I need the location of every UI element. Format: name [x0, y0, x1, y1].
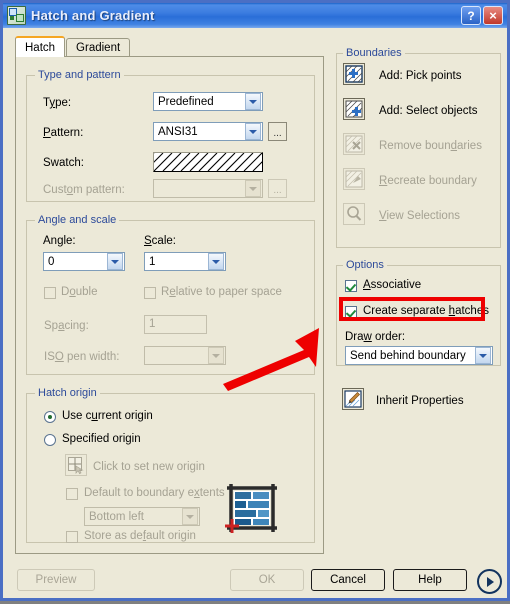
boundaries-group: Boundaries Add: Pick points Add: Select … — [336, 47, 501, 248]
iso-pen-width-combo — [144, 346, 226, 365]
remove-boundaries-label: Remove boundaries — [379, 140, 482, 152]
recreate-boundary-label: Recreate boundary — [379, 175, 477, 187]
custom-pattern-combo — [153, 179, 263, 198]
chevron-down-icon[interactable] — [245, 123, 261, 140]
ok-button: OK — [230, 569, 304, 591]
add-pick-points-label: Add: Pick points — [379, 70, 462, 82]
title-bar: Hatch and Gradient ? × — [3, 3, 507, 28]
chevron-down-icon — [245, 180, 261, 197]
double-checkbox — [44, 287, 56, 299]
cancel-button[interactable]: Cancel — [311, 569, 385, 591]
type-combo[interactable]: Predefined — [153, 92, 263, 111]
spacing-input: 1 — [144, 315, 207, 334]
chevron-down-icon[interactable] — [475, 347, 491, 364]
pattern-swatch[interactable] — [153, 152, 263, 172]
chevron-down-icon[interactable] — [245, 93, 261, 110]
use-current-origin-label: Use current origin — [62, 410, 153, 422]
extents-corner-combo: Bottom left — [84, 507, 200, 526]
window-title: Hatch and Gradient — [31, 8, 155, 23]
angle-combo-value: 0 — [48, 255, 55, 268]
magnifier-icon — [347, 206, 362, 221]
draw-order-label: Draw order: — [345, 331, 406, 343]
brick-wall-origin-preview — [225, 484, 277, 533]
hatch-and-gradient-dialog: Hatch and Gradient ? × Hatch Gradient Ty… — [0, 0, 510, 601]
specified-origin-label: Specified origin — [62, 433, 141, 445]
associative-checkbox[interactable] — [345, 280, 357, 292]
type-and-pattern-group: Type and pattern Type: Predefined Patter… — [26, 69, 315, 202]
store-default-origin-label: Store as default origin — [84, 530, 196, 542]
tab-hatch[interactable]: Hatch — [15, 36, 66, 57]
scale-label: Scale: — [144, 235, 176, 247]
angle-and-scale-label: Angle and scale — [35, 214, 120, 226]
pattern-combo[interactable]: ANSI31 — [153, 122, 263, 141]
add-pick-points-button[interactable] — [343, 63, 365, 85]
hatch-origin-group: Hatch origin Use current origin Specifie… — [26, 387, 315, 543]
chevron-down-icon — [182, 508, 198, 525]
tab-strip: Hatch Gradient — [15, 36, 131, 57]
view-selections-label: View Selections — [379, 210, 460, 222]
pattern-combo-value: ANSI31 — [158, 125, 198, 138]
type-and-pattern-label: Type and pattern — [35, 69, 124, 81]
extents-corner-value: Bottom left — [89, 510, 144, 523]
title-bar-buttons: ? × — [461, 6, 507, 25]
angle-combo[interactable]: 0 — [43, 252, 125, 271]
boundaries-label: Boundaries — [343, 47, 405, 59]
remove-boundaries-icon — [345, 135, 363, 153]
swatch-label: Swatch: — [43, 157, 84, 169]
iso-pen-width-label: ISO pen width: — [44, 351, 120, 363]
draw-order-value: Send behind boundary — [350, 349, 466, 362]
store-default-origin-checkbox — [66, 531, 78, 543]
double-label: Double — [61, 286, 98, 298]
scale-combo-value: 1 — [149, 255, 156, 268]
paintbrush-icon — [344, 390, 362, 408]
inherit-properties-button[interactable] — [342, 388, 364, 410]
specified-origin-radio[interactable] — [44, 434, 56, 446]
chevron-down-icon[interactable] — [208, 253, 224, 270]
ansi31-hatch-preview — [154, 153, 262, 171]
hatch-origin-label: Hatch origin — [35, 387, 100, 399]
scale-combo[interactable]: 1 — [144, 252, 226, 271]
relative-paper-space-label: Relative to paper space — [161, 286, 282, 298]
add-select-objects-label: Add: Select objects — [379, 105, 478, 117]
inherit-properties-label: Inherit Properties — [376, 395, 464, 407]
default-boundary-extents-label: Default to boundary extents — [84, 487, 225, 499]
custom-pattern-label: Custom pattern: — [43, 184, 125, 196]
pattern-label: Pattern: — [43, 127, 84, 139]
recreate-boundary-icon — [345, 170, 363, 188]
custom-pattern-browse-button: ... — [268, 179, 287, 198]
use-current-origin-radio[interactable] — [44, 411, 56, 423]
hatch-tab-page: Type and pattern Type: Predefined Patter… — [15, 56, 324, 554]
spacing-value: 1 — [149, 318, 156, 330]
relative-paper-space-checkbox — [144, 287, 156, 299]
pick-points-icon — [345, 65, 363, 83]
click-to-set-origin-label: Click to set new origin — [93, 461, 205, 473]
help-button[interactable]: Help — [393, 569, 467, 591]
chevron-down-icon — [208, 347, 224, 364]
options-label: Options — [343, 259, 387, 271]
set-origin-icon — [68, 457, 84, 475]
spacing-label: Spacing: — [44, 320, 89, 332]
angle-label: Angle: — [43, 235, 76, 247]
preview-button: Preview — [17, 569, 95, 591]
close-icon[interactable]: × — [483, 6, 503, 25]
angle-and-scale-group: Angle and scale Angle: 0 Scale: 1 Double… — [26, 214, 315, 375]
select-objects-icon — [345, 100, 363, 118]
expand-dialog-button[interactable] — [477, 569, 502, 594]
add-select-objects-button[interactable] — [343, 98, 365, 120]
view-selections-button — [343, 203, 365, 225]
draw-order-combo[interactable]: Send behind boundary — [345, 346, 493, 365]
help-icon[interactable]: ? — [461, 6, 481, 25]
pattern-browse-button[interactable]: ... — [268, 122, 287, 141]
remove-boundaries-button — [343, 133, 365, 155]
recreate-boundary-button — [343, 168, 365, 190]
default-boundary-extents-checkbox — [66, 488, 78, 500]
associative-label: Associative — [363, 279, 422, 291]
tab-gradient[interactable]: Gradient — [66, 38, 131, 57]
click-to-set-origin-button — [65, 454, 87, 476]
create-separate-hatches-highlight — [339, 297, 485, 321]
autocad-hatch-icon — [7, 6, 26, 25]
type-label: Type: — [43, 97, 72, 109]
type-combo-value: Predefined — [158, 95, 214, 108]
chevron-down-icon[interactable] — [107, 253, 123, 270]
